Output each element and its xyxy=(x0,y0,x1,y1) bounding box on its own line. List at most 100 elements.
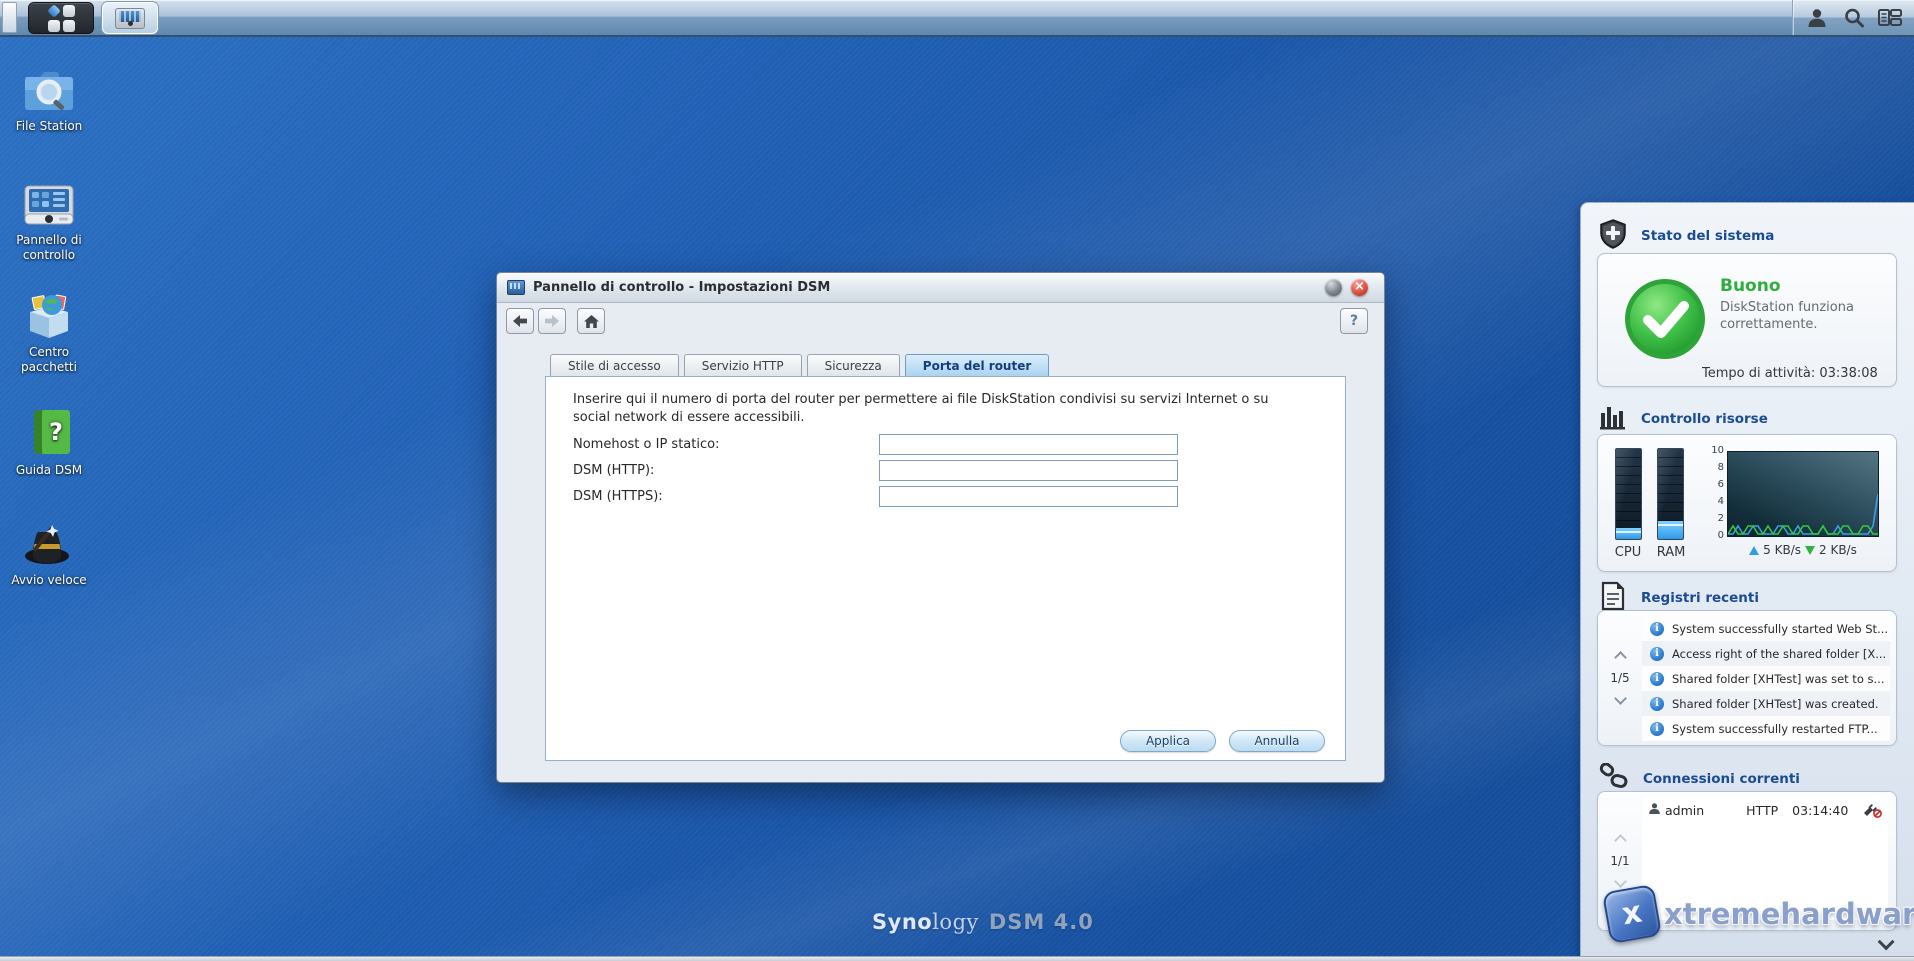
recent-logs-card: 1/5 i System successfully started Web St.… xyxy=(1597,610,1897,746)
connection-user: admin xyxy=(1665,802,1705,818)
status-description: DiskStation funziona correttamente. xyxy=(1720,300,1854,332)
network-graph-yaxis: 10 8 6 4 2 0 xyxy=(1711,445,1724,541)
desktop-icon-label: Centro pacchetti xyxy=(21,345,77,374)
page-up-icon[interactable] xyxy=(1613,834,1627,847)
apply-button[interactable]: Applica xyxy=(1120,730,1216,752)
desktop-icon-label: File Station xyxy=(15,119,83,133)
upload-rate: 5 KB/s xyxy=(1763,543,1801,557)
cpu-meter-fill xyxy=(1616,528,1641,539)
forward-button[interactable] xyxy=(538,308,566,334)
dsm-http-input[interactable] xyxy=(879,459,1178,481)
connections-page-indicator: 1/1 xyxy=(1610,854,1630,868)
minimize-button[interactable] xyxy=(1325,279,1342,296)
section-title: Connessioni correnti xyxy=(1643,771,1800,787)
cpu-meter xyxy=(1615,448,1642,540)
user-icon[interactable] xyxy=(1804,5,1830,31)
network-legend: 5 KB/s 2 KB/s xyxy=(1710,543,1896,557)
control-panel-icon xyxy=(0,172,98,228)
form-row: DSM (HTTP): xyxy=(573,459,1178,481)
status-level: Buono xyxy=(1720,276,1781,296)
help-button[interactable]: ? xyxy=(1340,308,1368,334)
form-row: Nomehost o IP statico: xyxy=(573,433,1178,455)
desktop-icon-package-center[interactable]: Centro pacchetti xyxy=(0,284,98,375)
package-center-icon xyxy=(0,284,98,340)
log-list: i System successfully started Web St... i… xyxy=(1642,616,1890,741)
widget-sidebar: Stato del sistema Buono DiskStation funz… xyxy=(1580,202,1914,961)
magic-hat-icon xyxy=(0,512,98,568)
hostname-input[interactable] xyxy=(879,433,1178,455)
desktop-icon-file-station[interactable]: File Station xyxy=(0,58,98,134)
ram-meter xyxy=(1657,448,1684,540)
resource-monitor-header: Controllo risorse xyxy=(1599,403,1768,435)
control-panel-dsm-settings-window: Pannello di controllo - Impostazioni DSM… xyxy=(496,272,1385,783)
section-title: Stato del sistema xyxy=(1641,228,1775,244)
upload-arrow-icon xyxy=(1749,545,1760,555)
tab-servizio-http[interactable]: Servizio HTTP xyxy=(683,354,802,377)
xtremehardware-watermark: x xtremehardware.it xyxy=(1601,883,1914,945)
page-down-icon[interactable] xyxy=(1613,692,1627,705)
log-row[interactable]: i Shared folder [XHTest] was set to s... xyxy=(1642,666,1890,691)
logs-pager: 1/5 xyxy=(1598,611,1642,745)
log-row[interactable]: i Access right of the shared folder [X... xyxy=(1642,641,1890,666)
page-down-icon[interactable] xyxy=(1613,875,1627,888)
info-icon: i xyxy=(1650,621,1664,636)
synology-wordmark: Synology DSM 4.0 xyxy=(872,910,1094,934)
ram-label: RAM xyxy=(1656,545,1686,560)
taskbar-right-tray xyxy=(1792,0,1914,35)
main-menu-button[interactable] xyxy=(28,2,94,34)
download-arrow-icon xyxy=(1805,545,1815,555)
desktop-icon-control-panel[interactable]: Pannello di controllo xyxy=(0,172,98,263)
taskbar-app-control-panel[interactable] xyxy=(102,2,158,34)
info-icon: i xyxy=(1650,646,1664,661)
system-status-header: Stato del sistema xyxy=(1599,219,1774,253)
page-up-icon[interactable] xyxy=(1613,651,1627,664)
control-panel-icon xyxy=(507,280,525,295)
watermark-text: xtremehardware.it xyxy=(1664,897,1914,931)
bar-chart-icon xyxy=(1599,403,1627,435)
desktop-icon-label: Guida DSM xyxy=(15,463,83,477)
form-row: DSM (HTTPS): xyxy=(573,485,1178,507)
tab-sicurezza[interactable]: Sicurezza xyxy=(806,354,900,377)
uptime-text: Tempo di attività: 03:38:08 xyxy=(1702,366,1878,381)
help-book-icon: ? xyxy=(0,402,98,458)
desktop-icon-label: Avvio veloce xyxy=(11,573,87,587)
desktop-icon-dsm-help[interactable]: ? Guida DSM xyxy=(0,402,98,478)
section-title: Registri recenti xyxy=(1641,590,1759,606)
back-button[interactable] xyxy=(506,308,534,334)
svg-text:?: ? xyxy=(49,418,63,446)
close-button[interactable]: × xyxy=(1351,279,1368,296)
xtremehardware-logo-icon: x xyxy=(1601,883,1663,945)
widget-panel-icon[interactable] xyxy=(1877,5,1903,31)
log-row[interactable]: i System successfully started Web St... xyxy=(1642,616,1890,641)
resource-monitor-card: CPU RAM 10 8 6 4 2 0 5 KB/s 2 KB/s xyxy=(1597,434,1897,572)
control-panel-icon xyxy=(115,7,145,29)
connection-row: admin HTTP 03:14:40 xyxy=(1642,797,1888,823)
network-traffic-graph xyxy=(1727,451,1879,537)
cancel-button[interactable]: Annulla xyxy=(1229,730,1325,752)
info-icon: i xyxy=(1650,671,1664,686)
tab-stile-di-accesso[interactable]: Stile di accesso xyxy=(550,354,679,377)
home-button[interactable] xyxy=(577,308,605,334)
ram-meter-fill xyxy=(1658,521,1683,539)
dsm-https-input[interactable] xyxy=(879,485,1178,507)
main-menu-grid-icon xyxy=(46,3,75,32)
system-status-card: Buono DiskStation funziona correttamente… xyxy=(1597,253,1897,387)
info-icon: i xyxy=(1650,696,1664,711)
tab-porta-del-router[interactable]: Porta del router xyxy=(904,354,1050,377)
tab-panel-porta-del-router: Inserire qui il numero di porta del rout… xyxy=(545,376,1346,761)
window-titlebar[interactable]: Pannello di controllo - Impostazioni DSM… xyxy=(497,273,1384,303)
desktop-icon-quick-start[interactable]: Avvio veloce xyxy=(0,512,98,588)
user-icon xyxy=(1648,802,1661,818)
log-row[interactable]: i Shared folder [XHTest] was created. xyxy=(1642,691,1890,716)
connection-time: 03:14:40 xyxy=(1792,802,1849,818)
show-desktop-button[interactable] xyxy=(2,2,17,33)
info-icon: i xyxy=(1650,721,1664,736)
folder-search-icon xyxy=(0,58,98,114)
logs-page-indicator: 1/5 xyxy=(1610,671,1630,685)
log-row[interactable]: i System successfully restarted FTP... xyxy=(1642,716,1890,741)
taskbar xyxy=(0,0,1914,37)
search-icon[interactable] xyxy=(1841,5,1867,31)
dsm-http-label: DSM (HTTP): xyxy=(573,462,655,478)
disconnect-icon[interactable] xyxy=(1862,803,1882,818)
desktop: File Station Pannello di controllo Centr… xyxy=(0,0,1914,961)
